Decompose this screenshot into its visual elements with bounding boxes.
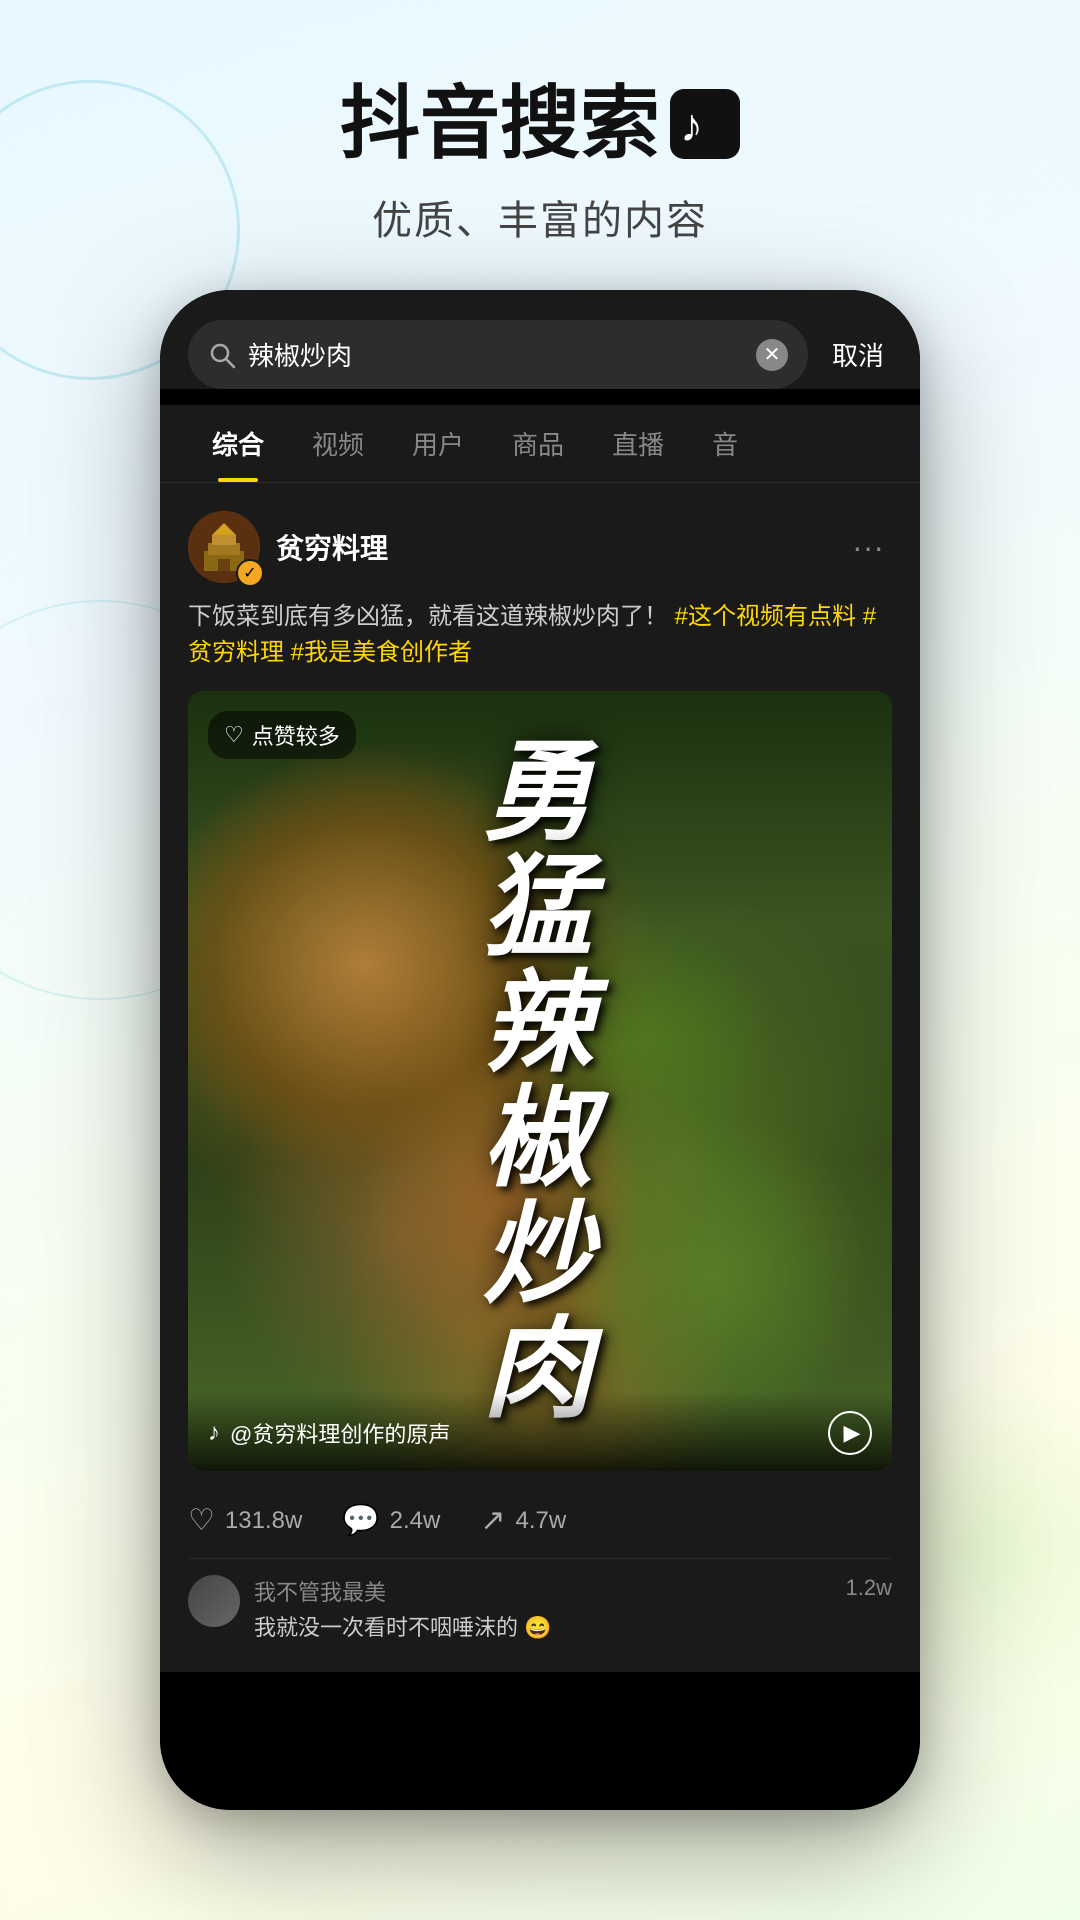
comment-icon: 💬	[342, 1503, 379, 1538]
video-thumbnail: 勇猛辣椒炒肉 ♡ 点赞较多	[188, 691, 892, 1471]
video-source: ♪ @贫穷料理创作的原声	[208, 1417, 450, 1449]
search-query: 辣椒炒肉	[248, 336, 744, 373]
tiktok-icon: ♪	[670, 89, 740, 159]
play-icon: ▶	[844, 1420, 861, 1446]
post-card: ✓ 贫穷料理 ··· 下饭菜到底有多凶猛，就看这道辣椒炒肉了！ #这个视频有点料…	[188, 511, 892, 1644]
video-bottom-bar: ♪ @贫穷料理创作的原声 ▶	[188, 1391, 892, 1471]
shares-count: 4.7w	[516, 1507, 567, 1535]
interaction-row: ♡ 131.8w 💬 2.4w ↗ 4.7w	[188, 1495, 892, 1558]
comment-count: 1.2w	[846, 1575, 892, 1601]
tab-视频[interactable]: 视频	[288, 405, 388, 482]
tab-综合[interactable]: 综合	[188, 405, 288, 482]
comment-text: 我就没一次看时不咽唾沫的 😄	[254, 1613, 832, 1644]
commenter-username: 我不管我最美	[254, 1575, 832, 1607]
avatar-container: ✓	[188, 511, 260, 583]
post-username: 贫穷料理	[276, 527, 828, 567]
tab-商品[interactable]: 商品	[488, 405, 588, 482]
app-title: 抖音搜索 ♪	[0, 80, 1080, 168]
title-text: 抖音搜索	[340, 80, 660, 168]
hashtag-3[interactable]: #我是美食创作者	[291, 639, 472, 666]
verified-badge: ✓	[236, 559, 264, 587]
phone-mockup-wrapper: 辣椒炒肉 ✕ 取消 综合 视频 用户 商品	[160, 290, 920, 1810]
header-section: 抖音搜索 ♪ 优质、丰富的内容	[0, 0, 1080, 286]
comment-content: 我不管我最美 我就没一次看时不咽唾沫的 😄	[254, 1575, 832, 1644]
video-calligraphy-text: 勇猛辣椒炒肉	[483, 735, 598, 1428]
commenter-avatar	[188, 1575, 240, 1627]
play-button[interactable]: ▶	[828, 1411, 872, 1455]
search-cancel-button[interactable]: 取消	[824, 336, 892, 373]
post-header: ✓ 贫穷料理 ···	[188, 511, 892, 583]
comments-button[interactable]: 💬 2.4w	[342, 1503, 440, 1538]
shares-button[interactable]: ↗ 4.7w	[480, 1503, 566, 1538]
tabs-bar: 综合 视频 用户 商品 直播 音	[160, 405, 920, 483]
post-desc-text: 下饭菜到底有多凶猛，就看这道辣椒炒肉了！	[188, 603, 668, 630]
search-input-container[interactable]: 辣椒炒肉 ✕	[188, 320, 808, 389]
content-area: ✓ 贫穷料理 ··· 下饭菜到底有多凶猛，就看这道辣椒炒肉了！ #这个视频有点料…	[160, 483, 920, 1672]
tab-直播[interactable]: 直播	[588, 405, 688, 482]
likes-badge: ♡ 点赞较多	[208, 711, 356, 759]
heart-icon: ♡	[188, 1503, 215, 1538]
likes-button[interactable]: ♡ 131.8w	[188, 1503, 302, 1538]
video-overlay: 勇猛辣椒炒肉	[188, 691, 892, 1471]
tiktok-small-icon: ♪	[208, 1419, 220, 1447]
video-container[interactable]: 勇猛辣椒炒肉 ♡ 点赞较多	[188, 691, 892, 1471]
hashtag-1[interactable]: #这个视频有点料	[675, 603, 856, 630]
more-options-button[interactable]: ···	[844, 521, 892, 574]
search-clear-button[interactable]: ✕	[756, 339, 788, 371]
share-icon: ↗	[480, 1503, 505, 1538]
likes-badge-text: 点赞较多	[252, 719, 340, 751]
tab-用户[interactable]: 用户	[388, 405, 488, 482]
search-icon	[208, 341, 236, 369]
heart-icon: ♡	[224, 722, 244, 748]
post-description: 下饭菜到底有多凶猛，就看这道辣椒炒肉了！ #这个视频有点料 #贫穷料理 #我是美…	[188, 599, 892, 671]
likes-count: 131.8w	[225, 1507, 302, 1535]
search-bar-area: 辣椒炒肉 ✕ 取消	[160, 290, 920, 389]
phone-mockup: 辣椒炒肉 ✕ 取消 综合 视频 用户 商品	[160, 290, 920, 1810]
tab-音[interactable]: 音	[688, 405, 762, 482]
svg-text:♪: ♪	[680, 99, 703, 151]
comment-preview: 我不管我最美 我就没一次看时不咽唾沫的 😄 1.2w	[188, 1558, 892, 1644]
comments-count: 2.4w	[390, 1507, 441, 1535]
video-source-text: @贫穷料理创作的原声	[230, 1417, 450, 1449]
phone-screen: 辣椒炒肉 ✕ 取消 综合 视频 用户 商品	[160, 290, 920, 1810]
app-subtitle: 优质、丰富的内容	[0, 188, 1080, 246]
